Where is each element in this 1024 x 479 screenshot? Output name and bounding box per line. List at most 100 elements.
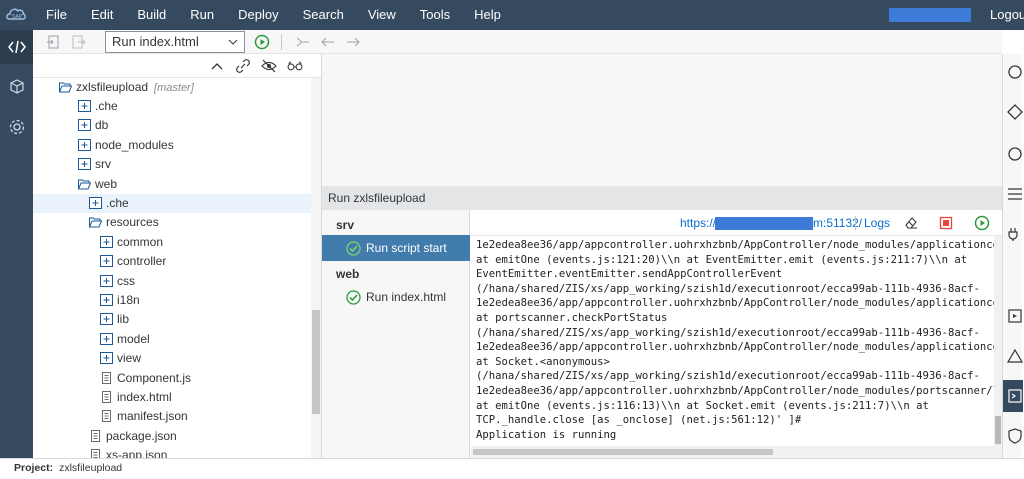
menu-deploy[interactable]: Deploy (226, 0, 290, 30)
console-icon (1008, 389, 1022, 403)
console-line: at Socket.<anonymous> (476, 355, 610, 368)
rail-run-console-pane[interactable] (1003, 380, 1023, 412)
console-vertical-scrollbar[interactable] (994, 236, 1002, 446)
console-line: TCP._handle.close [as _onclose] (net.js:… (476, 414, 802, 427)
run-output-toolbar: https:// m:51132/ Logs (471, 210, 1002, 236)
toolbar-import-icon[interactable] (45, 34, 61, 50)
tree-folder-item[interactable]: i18n (33, 291, 311, 310)
rerun-button[interactable] (974, 215, 990, 231)
run-config-label: Run script start (366, 241, 447, 255)
clear-console-button[interactable] (903, 215, 919, 231)
run-configuration-value: Run index.html (112, 34, 199, 49)
tree-folder-item[interactable]: css (33, 272, 311, 291)
tree-folder-item[interactable]: db (33, 116, 311, 135)
console-line: (/hana/shared/ZIS/xs/app_working/szish1d… (476, 326, 980, 339)
menu-file[interactable]: File (34, 0, 79, 30)
run-config-script-start[interactable]: Run script start (322, 235, 470, 261)
run-configuration-select[interactable]: Run index.html (105, 31, 245, 53)
rail-search-pane[interactable] (1003, 56, 1023, 88)
rail-outline-pane[interactable] (1003, 96, 1023, 128)
tree-file-item[interactable]: xs-app.json (33, 446, 311, 458)
toolbar-back-icon[interactable] (320, 34, 336, 50)
tree-folder-item[interactable]: web (33, 175, 311, 194)
folder-closed-icon (100, 255, 113, 268)
workspace-tree-toolbar (33, 54, 321, 78)
application-url-link[interactable]: https:// (680, 216, 716, 230)
menu-build[interactable]: Build (125, 0, 178, 30)
folder-closed-icon (100, 332, 113, 345)
project-label: Project: (14, 462, 54, 474)
folder-open-icon (89, 217, 102, 228)
hide-hidden-files-icon[interactable] (261, 58, 277, 74)
menu-search[interactable]: Search (291, 0, 356, 30)
tree-folder-item[interactable]: .che (33, 194, 311, 213)
rail-security-pane[interactable] (1003, 420, 1023, 452)
tree-folder-item[interactable]: view (33, 349, 311, 368)
console-line: 1e2edea8ee36/app/appcontroller.uohrxhzbn… (476, 385, 994, 397)
tree-root-label: zxlsfileupload (76, 80, 149, 94)
toolbar-separator (855, 216, 856, 230)
tree-folder-item[interactable]: node_modules (33, 136, 311, 155)
tree-item-label: model (117, 331, 150, 346)
cube-icon (9, 79, 24, 94)
sap-logo-icon[interactable]: SAP (6, 6, 26, 23)
tree-folder-item[interactable]: lib (33, 310, 311, 329)
folder-closed-icon (100, 235, 113, 248)
menu-edit[interactable]: Edit (79, 0, 125, 30)
tree-folder-item[interactable]: controller (33, 252, 311, 271)
editor-area (322, 54, 1002, 186)
run-button[interactable] (254, 34, 270, 50)
rail-settings[interactable] (0, 110, 33, 144)
rail-info-pane[interactable] (1003, 138, 1023, 170)
folder-closed-icon (78, 119, 91, 132)
tree-folder-item[interactable]: srv (33, 155, 311, 174)
tree-file-item[interactable]: package.json (33, 427, 311, 446)
menu-tools[interactable]: Tools (408, 0, 462, 30)
menu-help[interactable]: Help (462, 0, 513, 30)
workspace-file-tree: zxlsfileupload [master] .che db node_module… (33, 78, 311, 458)
console-line: at portscanner.checkPortStatus (476, 312, 668, 324)
tree-file-item[interactable]: manifest.json (33, 407, 311, 426)
folder-closed-icon (100, 294, 113, 306)
link-with-editor-icon[interactable] (235, 58, 251, 74)
console-line: 1e2edea8ee36/app/appcontroller.uohrxhzbn… (476, 239, 994, 251)
toolbar-nav-last-edit-icon[interactable] (295, 34, 311, 50)
tree-file-item[interactable]: Component.js (33, 369, 311, 388)
folder-open-icon (59, 82, 72, 93)
collapse-all-icon[interactable] (209, 58, 225, 74)
toolbar-forward-icon[interactable] (345, 34, 361, 50)
check-circle-icon (346, 241, 361, 256)
tree-item-label: node_modules (95, 137, 174, 152)
tree-scrollbar[interactable] (311, 78, 321, 458)
stop-button[interactable] (938, 215, 954, 231)
rail-database[interactable] (0, 70, 33, 104)
rail-development[interactable] (0, 30, 33, 64)
rail-api-pane[interactable] (1003, 218, 1023, 250)
user-name-redacted[interactable] (889, 8, 971, 22)
console-horizontal-scrollbar-thumb[interactable] (473, 449, 773, 455)
tree-folder-item[interactable]: common (33, 233, 311, 252)
rail-preview-pane[interactable] (1003, 300, 1023, 332)
console-line: 1e2edea8ee36/app/appcontroller.uohrxhzbn… (476, 297, 994, 310)
console-horizontal-scrollbar[interactable] (471, 446, 1002, 458)
tree-item-label: .che (95, 99, 118, 113)
rail-warnings-pane[interactable] (1003, 340, 1023, 372)
rail-menu-pane[interactable] (1003, 178, 1023, 210)
toolbar-export-icon[interactable] (71, 34, 87, 50)
logout-button[interactable]: Logout (990, 0, 1024, 30)
run-config-index-html[interactable]: Run index.html (322, 284, 470, 310)
menu-view[interactable]: View (356, 0, 408, 30)
tree-folder-item[interactable]: model (33, 330, 311, 349)
tree-folder-item[interactable]: resources (33, 213, 311, 232)
menu-run[interactable]: Run (178, 0, 226, 30)
tree-file-item[interactable]: index.html (33, 388, 311, 407)
tree-root-project[interactable]: zxlsfileupload [master] (33, 78, 311, 97)
tree-folder-item[interactable]: .che (33, 97, 311, 116)
logs-link[interactable]: Logs (864, 216, 890, 230)
code-icon (7, 40, 26, 54)
console-output[interactable]: 1e2edea8ee36/app/appcontroller.uohrxhzbn… (471, 236, 994, 446)
tree-item-label: resources (106, 215, 159, 230)
tree-scrollbar-thumb[interactable] (312, 310, 320, 414)
console-vertical-scrollbar-thumb[interactable] (995, 416, 1001, 444)
glasses-icon[interactable] (287, 58, 303, 74)
